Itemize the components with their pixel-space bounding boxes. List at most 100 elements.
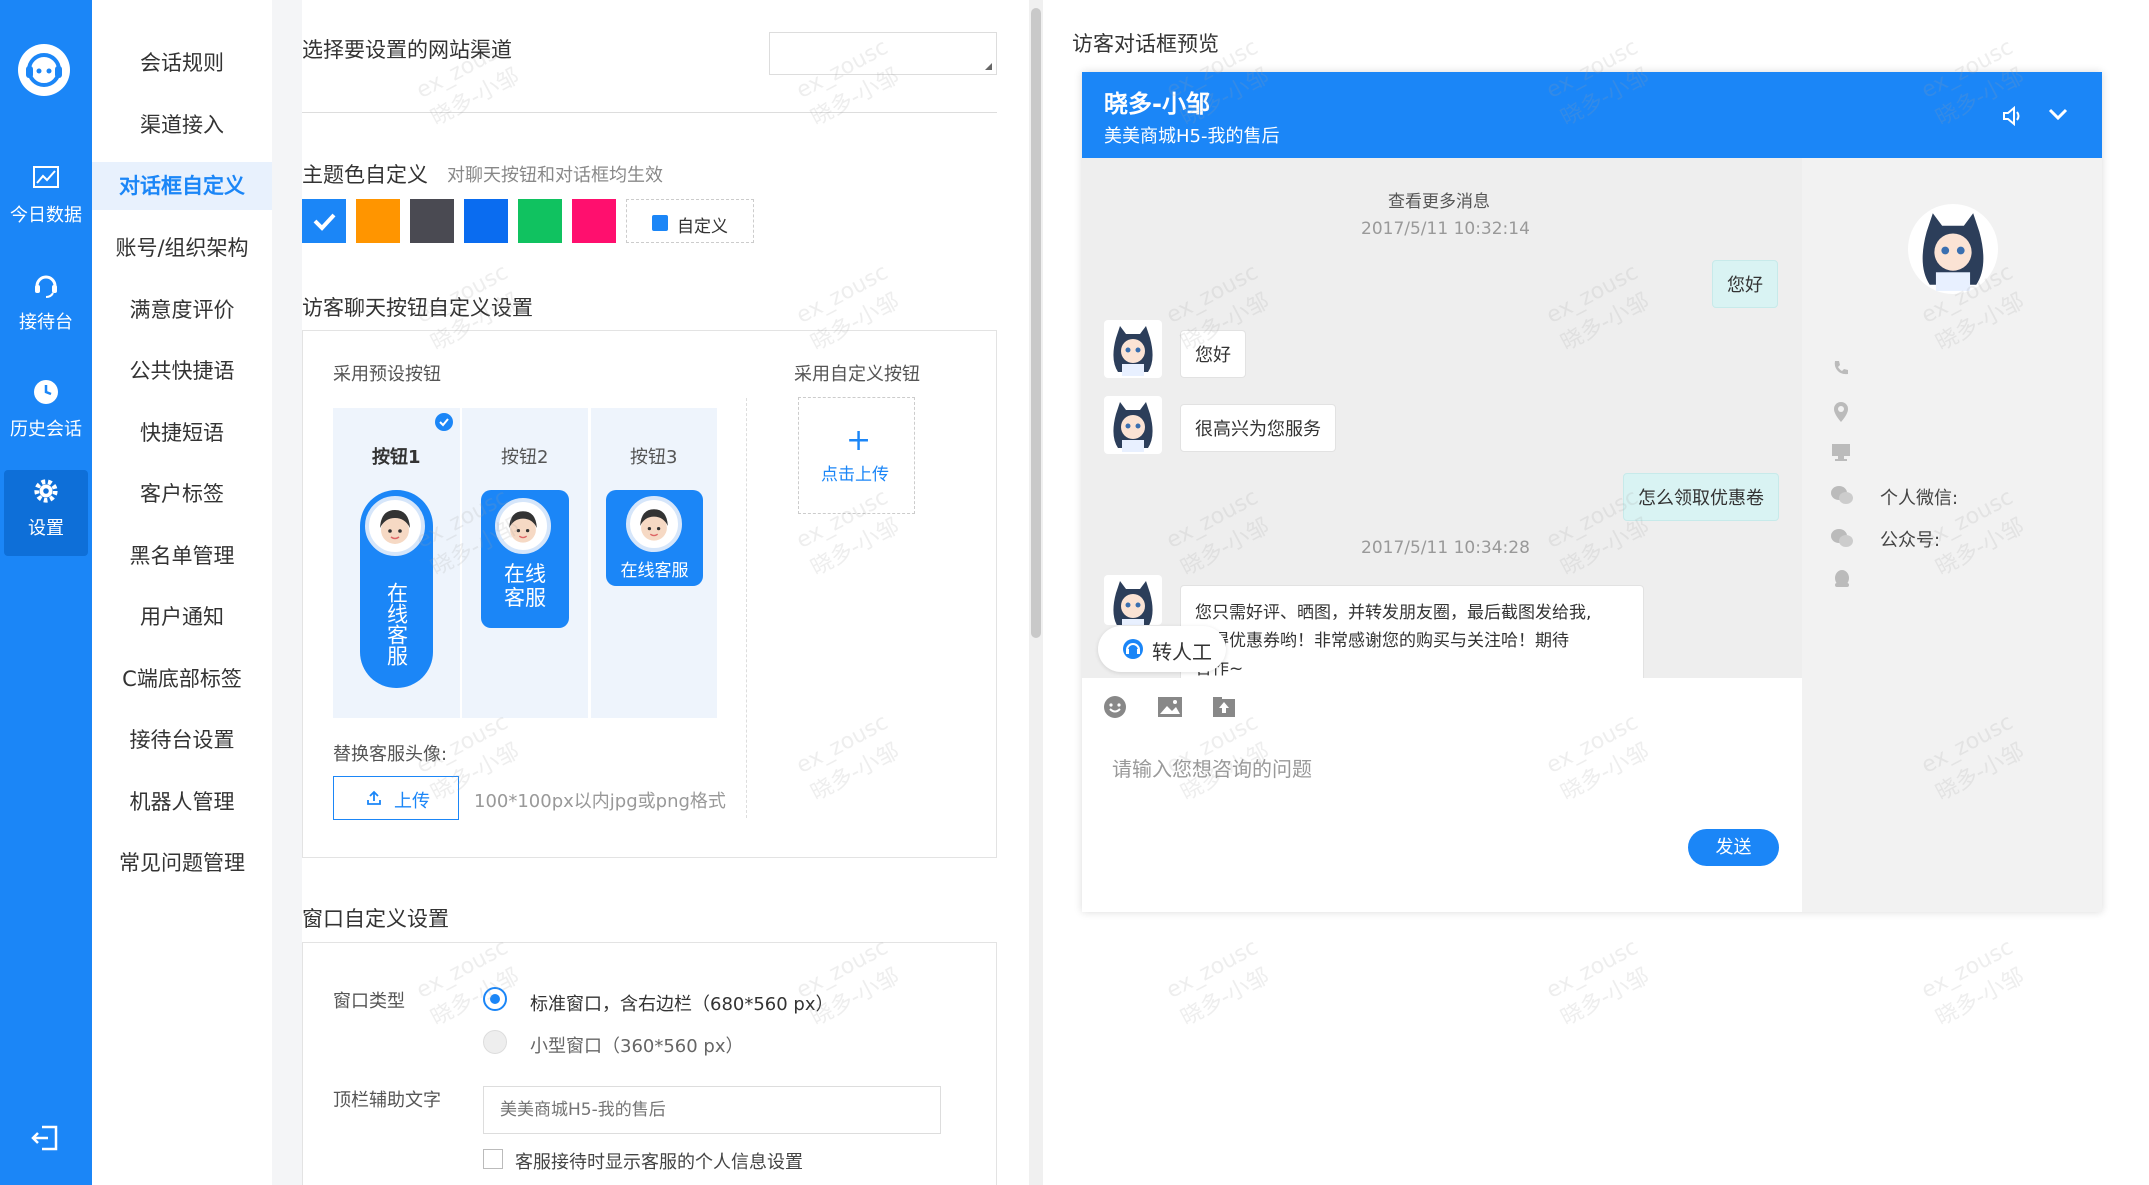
replace-avatar-label: 替换客服头像: (333, 744, 448, 765)
nav-item[interactable]: 常见问题管理 (92, 839, 272, 887)
nav-item[interactable]: 快捷短语 (92, 409, 272, 457)
channel-label: 选择要设置的网站渠道 (302, 38, 512, 62)
rail-item-settings[interactable]: 设置 (4, 470, 88, 556)
clock-icon (33, 379, 59, 405)
upload-button[interactable]: 上传 (333, 776, 459, 820)
nav-item[interactable]: C端底部标签 (92, 655, 272, 703)
composer (1082, 678, 1802, 912)
show-profile-checkbox[interactable] (483, 1149, 503, 1169)
agent-avatar (1104, 575, 1162, 625)
agent-profile-avatar (1908, 204, 1998, 294)
message-line: 获得优惠券哟！非常感谢您的购买与关注哈！期待 (1195, 631, 1569, 651)
nav-item[interactable]: 客户标签 (92, 470, 272, 518)
nav-item[interactable]: 会话规则 (92, 39, 272, 87)
wechat-personal-label: 个人微信: (1880, 488, 1959, 509)
window-option-standard: 标准窗口，含右边栏（680*560 px） (530, 994, 834, 1015)
wechat-official-icon (1831, 529, 1853, 547)
chevron-down-icon[interactable] (2048, 108, 2068, 122)
theme-swatch-green[interactable] (518, 199, 562, 243)
selected-check-icon (435, 413, 453, 431)
nav-item[interactable]: 公共快捷语 (92, 347, 272, 395)
wechat-official-label: 公众号: (1880, 530, 1941, 551)
rail-item-history[interactable]: 历史会话 (0, 371, 92, 457)
custom-color-button[interactable]: 自定义 (626, 199, 754, 243)
agent-message: 很高兴为您服务 (1180, 404, 1336, 452)
topbar-text-label: 顶栏辅助文字 (333, 1090, 441, 1111)
preset-square-text: 在线客服 (504, 562, 546, 610)
qq-icon (1835, 570, 1849, 587)
agent-message: 您好 (1180, 330, 1246, 378)
nav-item[interactable]: 机器人管理 (92, 778, 272, 826)
theme-swatch-pink[interactable] (572, 199, 616, 243)
nav-item[interactable]: 接待台设置 (92, 716, 272, 764)
theme-swatch-gray[interactable] (410, 199, 454, 243)
send-button[interactable]: 发送 (1688, 829, 1779, 866)
window-section-title: 窗口自定义设置 (302, 907, 449, 931)
agent-avatar (1104, 320, 1162, 378)
preset-pill-square: 在线客服 (481, 490, 569, 628)
chat-header: 晓多-小邹 美美商城H5-我的售后 (1082, 72, 2102, 158)
emoji-icon[interactable] (1103, 695, 1127, 719)
chart-icon (33, 165, 59, 191)
file-upload-icon[interactable] (1212, 695, 1236, 719)
upload-click-label: 点击上传 (821, 465, 889, 485)
location-icon (1834, 402, 1848, 422)
theme-title: 主题色自定义 (302, 163, 428, 187)
channel-select[interactable] (769, 32, 997, 75)
color-chip (652, 215, 668, 231)
transfer-human-button[interactable]: 转人工 (1098, 626, 1226, 672)
headset-icon (1123, 639, 1143, 659)
rail-item-reception[interactable]: 接待台 (0, 264, 92, 350)
nav-item[interactable]: 渠道接入 (92, 101, 272, 149)
radio-small[interactable] (483, 1030, 507, 1054)
nav-item[interactable]: 账号/组织架构 (92, 224, 272, 272)
headset-icon (33, 272, 59, 298)
nav-item[interactable]: 用户通知 (92, 593, 272, 641)
agent-avatar-icon (365, 496, 425, 556)
wechat-icon (1831, 486, 1853, 504)
theme-hint: 对聊天按钮和对话框均生效 (447, 165, 663, 186)
monitor-icon (1832, 444, 1850, 461)
preset-pill-small: 在线客服 (606, 490, 703, 586)
radio-dot (490, 994, 500, 1004)
topbar-text-input[interactable] (483, 1086, 941, 1134)
image-icon[interactable] (1157, 695, 1183, 719)
theme-swatch-orange[interactable] (356, 199, 400, 243)
chat-input-placeholder[interactable]: 请输入您想咨询的问题 (1112, 753, 1312, 782)
rail-label: 历史会话 (10, 419, 82, 440)
nav-item[interactable]: 满意度评价 (92, 286, 272, 334)
message-line: 您只需好评、晒图，并转发朋友圈，最后截图发给我, (1195, 603, 1592, 623)
agent-avatar-icon (495, 498, 551, 554)
phone-icon (1834, 361, 1848, 375)
logout-icon[interactable] (30, 1124, 60, 1152)
nav-item-active[interactable]: 对话框自定义 (92, 162, 272, 210)
theme-swatch-deep-blue[interactable] (464, 199, 508, 243)
custom-upload-area[interactable]: + 点击上传 (798, 397, 915, 514)
left-rail: 今日数据 接待台 历史会话 设置 (0, 0, 92, 1185)
speaker-icon[interactable] (2002, 106, 2026, 126)
custom-color-label: 自定义 (677, 217, 728, 237)
more-messages-link[interactable]: 查看更多消息 (1388, 187, 1490, 212)
rail-label: 今日数据 (10, 205, 82, 226)
radio-standard[interactable] (483, 987, 507, 1011)
divider (746, 398, 747, 818)
custom-label: 采用自定义按钮 (794, 364, 920, 385)
rail-item-today-data[interactable]: 今日数据 (0, 157, 92, 243)
preset-small-text: 在线客服 (620, 561, 689, 581)
visitor-message: 怎么领取优惠卷 (1623, 473, 1779, 521)
transfer-label: 转人工 (1152, 640, 1212, 664)
check-icon (313, 213, 336, 231)
message-time: 2017/5/11 10:32:14 (1361, 219, 1530, 239)
scrollbar-thumb[interactable] (1031, 8, 1041, 638)
preset-name: 按钮2 (501, 447, 549, 468)
upload-icon (367, 790, 381, 805)
rail-label: 设置 (28, 518, 64, 539)
theme-swatch-blue[interactable] (302, 199, 346, 243)
preset-pill-text: 在线客服 (384, 582, 409, 666)
logo-icon (18, 44, 70, 96)
nav-item[interactable]: 黑名单管理 (92, 532, 272, 580)
preset-pill-vertical: 在线客服 (360, 490, 433, 688)
agent-avatar (1104, 396, 1162, 454)
upload-hint: 100*100px以内jpg或png格式 (474, 791, 726, 812)
visitor-message: 您好 (1712, 260, 1778, 308)
